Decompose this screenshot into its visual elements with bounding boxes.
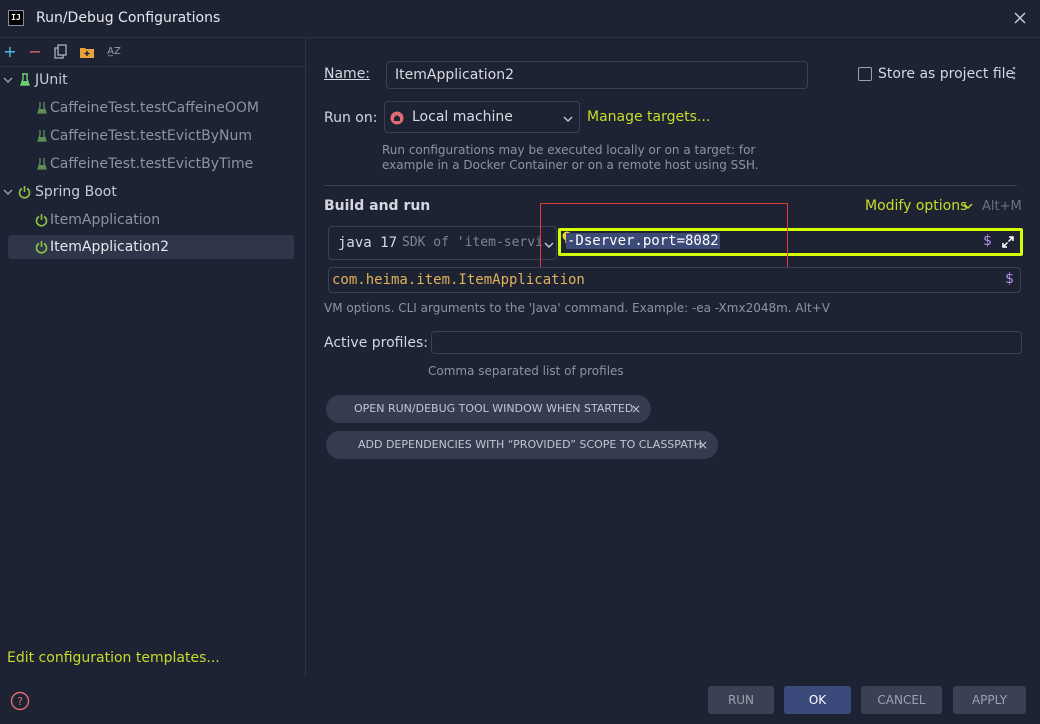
macro-dollar-icon[interactable]: $ [1005, 271, 1014, 287]
modify-options-shortcut: Alt+M [982, 199, 1022, 214]
help-icon[interactable]: ? [10, 691, 30, 711]
sort-icon[interactable]: A̲Z [106, 44, 122, 60]
test-icon [37, 102, 47, 114]
option-chip-provided-scope[interactable]: ADD DEPENDENCIES WITH “PROVIDED” SCOPE T… [326, 431, 718, 459]
ok-button[interactable]: OK [784, 686, 851, 714]
title-bar: IJ Run/Debug Configurations [0, 0, 1040, 38]
tree-item-label: CaffeineTest.testCaffeineOOM [50, 100, 260, 116]
tree-item-item-application[interactable]: ItemApplication [0, 208, 306, 232]
tree-item-label: CaffeineTest.testEvictByTime [50, 156, 254, 172]
manage-targets-link[interactable]: Manage targets... [587, 109, 710, 125]
window-title: Run/Debug Configurations [36, 10, 221, 26]
tree-item-item-application2-selected[interactable]: ItemApplication2 [8, 235, 294, 259]
run-on-select[interactable]: Local machine [384, 101, 580, 133]
apply-button[interactable]: APPLY [953, 686, 1026, 714]
cancel-button[interactable]: CANCEL [861, 686, 942, 714]
configuration-form: Name: ItemApplication2 Store as project … [307, 39, 1040, 677]
vm-options-hint: VM options. CLI arguments to the 'Java' … [324, 301, 830, 315]
dialog-buttons-bar: ? RUN OK CANCEL APPLY [0, 677, 1040, 724]
main-class-field[interactable]: com.heima.item.ItemApplication $ [328, 267, 1021, 293]
spring-boot-power-icon [35, 214, 48, 227]
configurations-tree-panel: + − A̲Z JUnit CaffeineTest.testCaffeineO… [0, 39, 306, 677]
spring-boot-power-icon [35, 241, 48, 254]
copy-icon[interactable] [53, 44, 69, 60]
tree-group-label: Spring Boot [35, 184, 117, 200]
close-icon[interactable] [1010, 8, 1030, 28]
macro-dollar-icon[interactable]: $ [983, 233, 992, 249]
svg-text:?: ? [17, 695, 23, 708]
vm-options-value: -Dserver.port=8082 [566, 233, 720, 249]
name-field[interactable]: ItemApplication2 [386, 61, 808, 89]
tree-item-caffeine-oom[interactable]: CaffeineTest.testCaffeineOOM [0, 96, 306, 120]
edit-templates-link[interactable]: Edit configuration templates... [7, 650, 220, 666]
jdk-detail: SDK of 'item-servi [402, 235, 543, 250]
remove-icon[interactable]: − [27, 44, 43, 60]
active-profiles-label: Active profiles: [324, 335, 428, 351]
intellij-logo-icon: IJ [8, 10, 24, 26]
add-icon[interactable]: + [2, 44, 18, 60]
remove-chip-icon[interactable]: × [698, 431, 708, 459]
main-class-value: com.heima.item.ItemApplication [332, 272, 585, 288]
option-chip-open-tool-window[interactable]: OPEN RUN/DEBUG TOOL WINDOW WHEN STARTED … [326, 395, 651, 423]
tree-group-label: JUnit [35, 72, 68, 88]
vm-options-field[interactable]: -Dserver.port=8082 $ [558, 228, 1023, 256]
separator [324, 185, 1017, 186]
run-on-value: Local machine [412, 109, 513, 125]
store-as-project-file-label: Store as project file [878, 66, 1015, 82]
name-value: ItemApplication2 [395, 67, 514, 83]
store-as-project-file-checkbox[interactable] [858, 67, 872, 81]
tree-toolbar: + − A̲Z [0, 39, 306, 67]
name-label: Name: [324, 66, 371, 82]
expand-icon[interactable] [1001, 235, 1015, 249]
run-on-hint-line-2: example in a Docker Container or on a re… [382, 158, 759, 172]
test-icon [37, 158, 47, 170]
chevron-down-icon[interactable] [563, 114, 573, 124]
run-on-label: Run on: [324, 110, 378, 126]
chevron-down-icon[interactable] [3, 75, 13, 85]
jdk-select[interactable]: java 17 SDK of 'item-servi [328, 226, 557, 260]
local-machine-icon [390, 111, 404, 125]
chevron-down-icon[interactable] [544, 240, 554, 250]
chevron-down-icon[interactable] [3, 187, 13, 197]
test-icon [37, 130, 47, 142]
spring-boot-power-icon [18, 186, 31, 199]
tree-group-junit[interactable]: JUnit [0, 68, 306, 92]
modify-options-link[interactable]: Modify options [865, 198, 967, 214]
chip-label: OPEN RUN/DEBUG TOOL WINDOW WHEN STARTED [354, 402, 634, 415]
remove-chip-icon[interactable]: × [631, 395, 641, 423]
tree-item-evict-by-time[interactable]: CaffeineTest.testEvictByTime [0, 152, 306, 176]
run-on-hint-line-1: Run configurations may be executed local… [382, 143, 756, 157]
tree-group-spring-boot[interactable]: Spring Boot [0, 180, 306, 204]
tree-item-label: ItemApplication2 [50, 239, 169, 255]
run-button[interactable]: RUN [708, 686, 774, 714]
tree-item-label: ItemApplication [50, 212, 161, 228]
chip-label: ADD DEPENDENCIES WITH “PROVIDED” SCOPE T… [358, 438, 702, 451]
folder-icon[interactable] [79, 44, 95, 60]
tree-item-label: CaffeineTest.testEvictByNum [50, 128, 252, 144]
jdk-version: java 17 [338, 235, 398, 251]
active-profiles-field[interactable] [431, 331, 1022, 354]
junit-icon [20, 73, 30, 86]
profiles-hint: Comma separated list of profiles [428, 364, 624, 378]
tree-item-evict-by-num[interactable]: CaffeineTest.testEvictByNum [0, 124, 306, 148]
more-options-icon[interactable] [1008, 65, 1020, 81]
chevron-down-icon[interactable] [963, 201, 973, 211]
build-and-run-label: Build and run [324, 198, 431, 214]
